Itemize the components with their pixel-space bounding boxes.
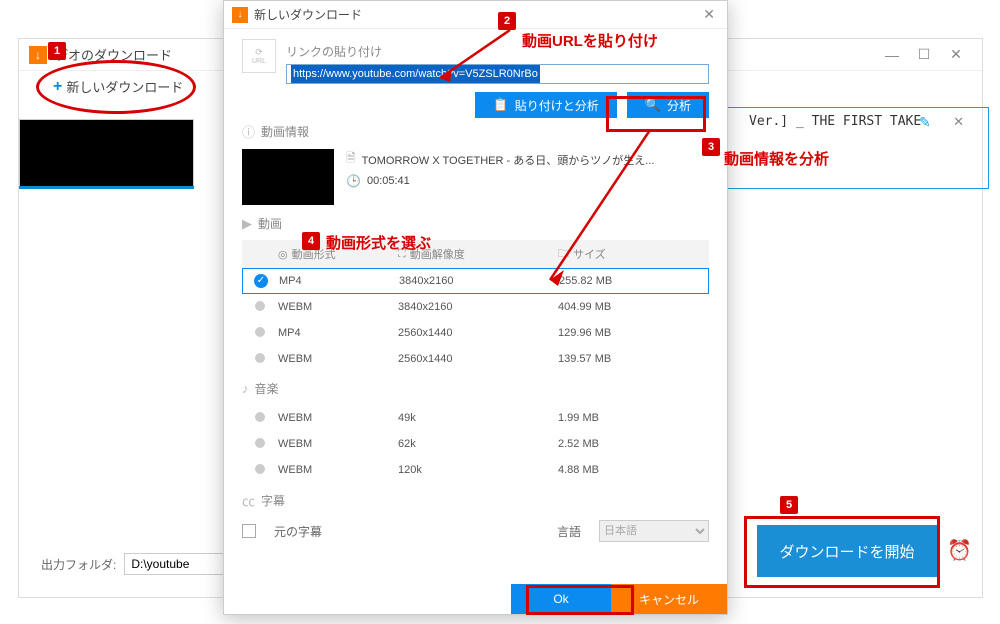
cc-icon: ㏄ [242, 491, 255, 510]
video-section-label: 動画 [258, 215, 282, 232]
fmt-col-icon: ◎ [278, 248, 288, 261]
analyze-label: 分析 [667, 97, 691, 114]
video-duration: 00:05:41 [367, 175, 410, 187]
url-icon: ⟳URL [242, 39, 276, 73]
orig-subtitle-checkbox[interactable] [242, 524, 256, 538]
video-icon: ▶ [242, 216, 252, 232]
anno-ellipse-1 [36, 60, 196, 114]
new-download-dialog: ↓ 新しいダウンロード ✕ ⟳URL リンクの貼り付け https://www.… [223, 0, 728, 615]
format-row[interactable]: WEBM120k4.88 MB [242, 457, 709, 483]
dialog-app-icon: ↓ [232, 7, 248, 23]
language-label: 言語 [557, 523, 581, 540]
paste-analyze-button[interactable]: 📋 貼り付けと分析 [475, 92, 617, 118]
start-download-button[interactable]: ダウンロードを開始 [757, 525, 937, 577]
app-icon: ↓ [29, 46, 47, 64]
paste-analyze-label: 貼り付けと分析 [515, 97, 599, 114]
format-row[interactable]: WEBM2560x1440139.57 MB [242, 346, 709, 372]
dialog-titlebar: ↓ 新しいダウンロード ✕ [224, 1, 727, 29]
edit-icon[interactable]: ✎ [919, 114, 931, 131]
anno-badge-1: 1 [48, 42, 66, 60]
music-icon: ♪ [242, 381, 249, 396]
paste-icon: 📋 [493, 97, 509, 113]
ok-button[interactable]: Ok [511, 584, 611, 614]
format-row[interactable]: WEBM62k2.52 MB [242, 431, 709, 457]
analyze-button[interactable]: 🔍 分析 [627, 92, 709, 118]
doc-icon: 🗎 [346, 149, 356, 170]
video-info-label: 動画情報 [261, 123, 309, 140]
dialog-title: 新しいダウンロード [254, 6, 362, 23]
close-button[interactable]: ✕ [940, 46, 972, 63]
output-label: 出力フォルダ: [41, 556, 116, 573]
subtitle-label: 字幕 [261, 492, 285, 509]
info-icon: ⓘ [242, 122, 255, 141]
language-select[interactable]: 日本語 [599, 520, 709, 542]
anno-text-4: 動画形式を選ぶ [326, 232, 431, 253]
search-icon: 🔍 [645, 97, 661, 113]
anno-badge-4: 4 [302, 232, 320, 250]
start-download-label: ダウンロードを開始 [779, 541, 914, 562]
orig-subtitle-label: 元の字幕 [274, 523, 322, 540]
audio-section-label: 音楽 [255, 380, 279, 397]
item-close-icon[interactable]: ✕ [953, 114, 964, 130]
format-row[interactable]: WEBM49k1.99 MB [242, 405, 709, 431]
clock-icon[interactable]: ⏰ [947, 538, 972, 563]
download-item-title: Ver.] _ THE FIRST TAKE [749, 114, 921, 129]
video-thumbnail [242, 149, 334, 205]
clock-small-icon: 🕒 [346, 174, 361, 188]
maximize-button[interactable]: ☐ [908, 46, 940, 63]
anno-text-2: 動画URLを貼り付け [522, 30, 658, 51]
anno-badge-5: 5 [780, 496, 798, 514]
minimize-button[interactable]: — [876, 47, 908, 63]
anno-badge-2: 2 [498, 12, 516, 30]
format-row[interactable]: WEBM3840x2160404.99 MB [242, 294, 709, 320]
cancel-button[interactable]: キャンセル [611, 584, 727, 614]
format-row[interactable]: MP42560x1440129.96 MB [242, 320, 709, 346]
anno-badge-3: 3 [702, 138, 720, 156]
dialog-close-button[interactable]: ✕ [699, 6, 719, 23]
anno-text-3: 動画情報を分析 [724, 148, 829, 169]
